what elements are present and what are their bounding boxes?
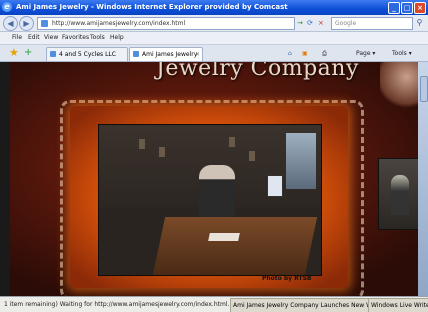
window-title: Ami James Jewelry - Windows Internet Exp…: [16, 3, 288, 11]
page-icon: [41, 20, 48, 27]
site-title: Jewelry Company: [156, 62, 359, 81]
tab-label: Ami James Jewelry: [142, 51, 198, 58]
photo-credit: Photo by RTSB: [262, 275, 312, 282]
go-icon[interactable]: →: [297, 18, 303, 28]
url-text: http://www.amijamesjewelry.com/index.htm…: [52, 20, 186, 27]
close-button[interactable]: ×: [414, 2, 426, 14]
photo-monitor: [267, 175, 283, 197]
url-field[interactable]: http://www.amijamesjewelry.com/index.htm…: [37, 17, 295, 30]
page-content: Jewelry Company Photo by RTSB: [0, 62, 428, 296]
tab-page-icon: [50, 51, 56, 57]
left-edge: [0, 62, 10, 296]
side-photo[interactable]: [378, 158, 420, 230]
photo-desk: [152, 217, 318, 275]
menu-help[interactable]: Help: [110, 32, 124, 44]
shop-photo: [98, 124, 322, 276]
address-bar: ◀ ▶ http://www.amijamesjewelry.com/index…: [0, 15, 428, 32]
vertical-scrollbar[interactable]: [418, 62, 428, 296]
menu-tools[interactable]: Tools: [90, 32, 105, 44]
favorites-star-icon[interactable]: ★: [9, 47, 19, 59]
taskbar-item-live-writer[interactable]: Windows Live Writer: [368, 298, 428, 312]
status-bar: 1 item remaining) Waiting for http://www…: [0, 296, 428, 312]
status-text: 1 item remaining) Waiting for http://www…: [4, 301, 234, 308]
search-placeholder: Google: [335, 20, 357, 27]
menu-view[interactable]: View: [44, 32, 58, 44]
menu-bar: File Edit View Favorites Tools Help: [0, 32, 428, 45]
page-menu-button[interactable]: Page ▾: [356, 48, 375, 59]
taskbar-item-ami-james[interactable]: Ami James Jewelry Company Launches New W…: [230, 298, 393, 312]
maximize-button[interactable]: □: [401, 2, 413, 14]
tab-close-icon[interactable]: ×: [195, 48, 200, 61]
photo-window: [286, 133, 316, 189]
wall-item: [159, 147, 165, 157]
corner-decoration: [380, 62, 418, 112]
wall-item: [139, 139, 145, 149]
tab-ami-james-jewelry[interactable]: Ami James Jewelry ×: [129, 47, 203, 61]
tab-page-icon: [133, 51, 139, 57]
minimize-button[interactable]: _: [388, 2, 400, 14]
stop-icon[interactable]: ×: [318, 18, 324, 28]
photo-papers: [208, 233, 240, 241]
search-icon[interactable]: ⚲: [414, 17, 425, 28]
scrollbar-thumb[interactable]: [420, 76, 428, 102]
title-bar: e Ami James Jewelry - Windows Internet E…: [0, 0, 428, 15]
menu-edit[interactable]: Edit: [28, 32, 40, 44]
ie-logo-icon: e: [2, 2, 12, 12]
back-button[interactable]: ◀: [3, 16, 18, 31]
tab-label: 4 and 5 Cycles LLC: [59, 51, 116, 58]
side-photo-figure: [391, 175, 409, 215]
tools-menu-button[interactable]: Tools ▾: [392, 48, 412, 59]
wall-item: [249, 151, 255, 161]
home-icon[interactable]: ⌂: [288, 48, 292, 59]
menu-favorites[interactable]: Favorites: [62, 32, 89, 44]
forward-button[interactable]: ▶: [19, 16, 34, 31]
menu-file[interactable]: File: [12, 32, 22, 44]
print-icon[interactable]: ⎙: [322, 48, 327, 59]
tab-bar: ★ + 4 and 5 Cycles LLC Ami James Jewelry…: [0, 45, 428, 62]
add-favorites-icon[interactable]: +: [24, 47, 32, 59]
feeds-icon[interactable]: ▣: [302, 48, 308, 59]
photo-person: [199, 165, 235, 221]
wall-item: [229, 137, 235, 147]
tab-4-and-5-cycles[interactable]: 4 and 5 Cycles LLC: [46, 47, 128, 61]
refresh-icon[interactable]: ⟳: [307, 18, 313, 28]
search-input[interactable]: Google: [331, 17, 413, 30]
browser-window: e Ami James Jewelry - Windows Internet E…: [0, 0, 428, 312]
